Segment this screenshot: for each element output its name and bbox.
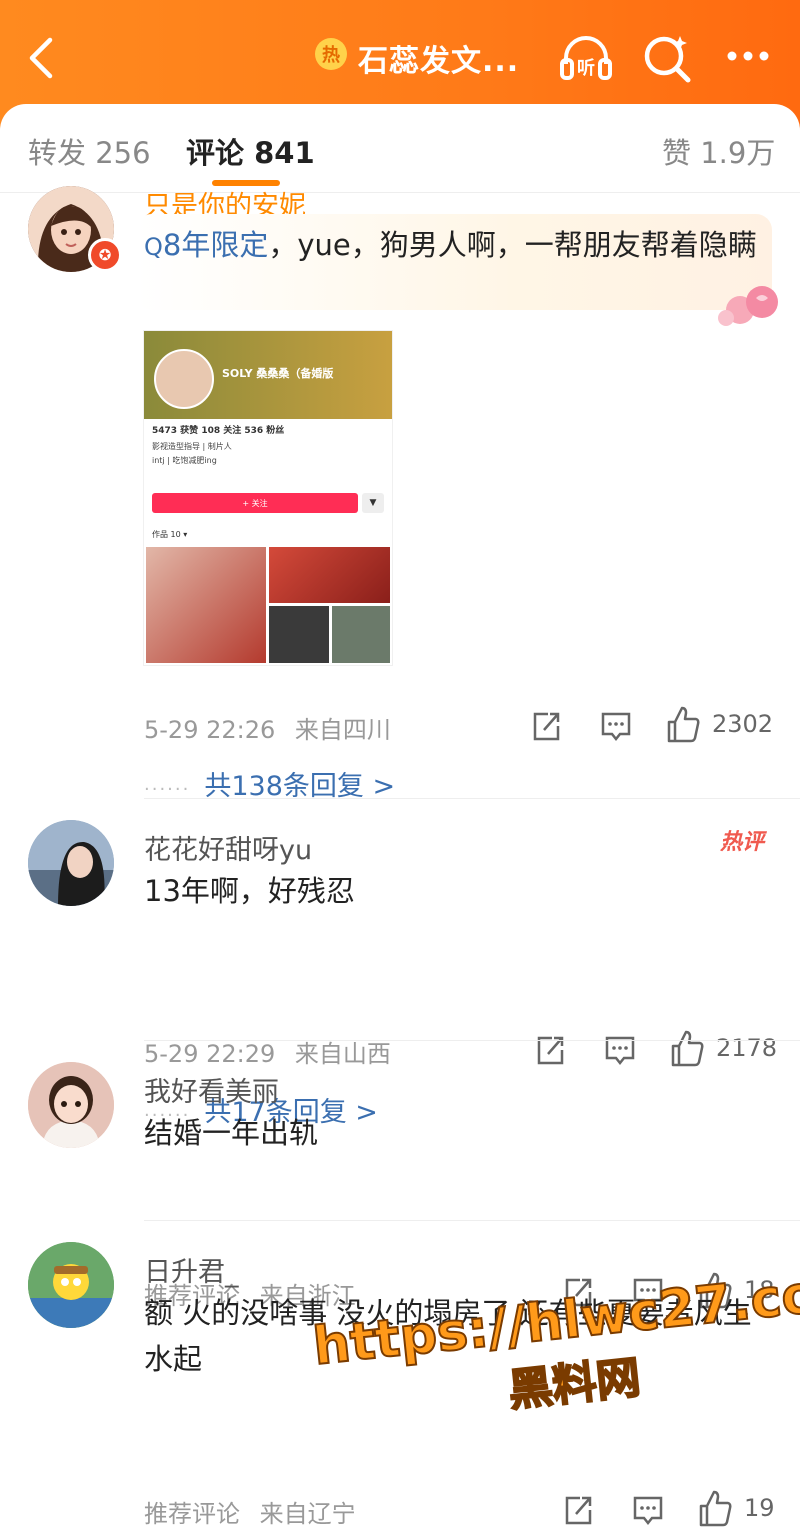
- comment-recommended-label: 推荐评论: [144, 1500, 240, 1528]
- like-count: 2178: [716, 1034, 778, 1062]
- search-icon: Q: [144, 233, 163, 261]
- profile-avatar: [154, 349, 214, 409]
- comment-attached-image[interactable]: SOLY 桑桑桑（备婚版 5473 获赞 108 关注 536 粉丝 影视造型指…: [143, 330, 393, 666]
- comment-location: 来自辽宁: [259, 1500, 356, 1528]
- avatar[interactable]: [28, 1242, 114, 1328]
- comment-text: 结婚一年出轨: [144, 1116, 319, 1150]
- comments-sheet: 转发 256 评论 841 赞 1.9万 ✪ 只是你的安妮 Q8年限定，yue，…: [0, 104, 800, 1528]
- comment-item: 花花好甜呀yu 热评 13年啊，好残忍 5-29 22:29 来自山西 2178…: [0, 818, 800, 1128]
- reply-icon[interactable]: [632, 1492, 664, 1528]
- avatar-cartoon-icon: [28, 1242, 114, 1328]
- profile-stats: 5473 获赞 108 关注 536 粉丝: [152, 426, 285, 436]
- comment-location: 来自四川: [294, 716, 391, 744]
- dots-icon: ······: [144, 779, 191, 800]
- watermark-label: 黑料网: [505, 1351, 644, 1418]
- vip-badge-icon: ✪: [88, 238, 122, 272]
- comment-username[interactable]: 日升君_: [144, 1250, 239, 1289]
- hot-topic-icon: 热: [315, 38, 347, 70]
- rose-decoration-icon: [718, 286, 778, 326]
- back-arrow-icon[interactable]: [22, 36, 62, 80]
- tab-reposts[interactable]: 转发 256: [28, 130, 151, 172]
- avatar-cartoon-icon: [28, 1062, 114, 1148]
- comment-text: 13年啊，好残忍: [144, 874, 355, 908]
- work-thumbnail: [269, 606, 329, 663]
- tab-bar: 转发 256 评论 841 赞 1.9万: [0, 104, 800, 193]
- like-count: 19: [744, 1494, 775, 1522]
- divider: [144, 798, 800, 799]
- reply-icon[interactable]: [600, 708, 632, 744]
- profile-follow-button: + 关注: [152, 493, 358, 513]
- work-thumbnail: [332, 606, 390, 663]
- divider: [144, 1040, 800, 1041]
- like-thumb-icon[interactable]: [666, 704, 700, 744]
- like-count: 2302: [712, 710, 774, 738]
- hot-comment-badge: 热评: [719, 830, 764, 855]
- avatar-photo-icon: [28, 820, 114, 906]
- repost-icon[interactable]: [530, 708, 562, 744]
- comment-time: 5-29 22:26: [144, 716, 276, 744]
- tab-likes[interactable]: 赞 1.9万: [662, 130, 775, 172]
- avatar[interactable]: [28, 1062, 114, 1148]
- topic-mention-link[interactable]: Q8年限定: [144, 228, 268, 262]
- work-thumbnail: [269, 547, 390, 603]
- comment-username[interactable]: 花花好甜呀yu: [144, 828, 312, 867]
- listen-label: 听: [577, 57, 595, 79]
- avatar[interactable]: [28, 820, 114, 906]
- profile-bio-line-2: intj | 吃饱减肥ing: [152, 456, 217, 465]
- comment-text: Q8年限定，yue，狗男人啊，一帮朋友帮着隐瞒: [144, 228, 757, 262]
- tab-comments[interactable]: 评论 841: [186, 130, 315, 172]
- repost-icon[interactable]: [562, 1492, 594, 1528]
- work-thumbnail: [146, 547, 266, 663]
- headphones-listen-icon[interactable]: 听: [558, 30, 614, 86]
- page-title: 石蕊发文...: [358, 44, 520, 79]
- comment-username[interactable]: 我好看美丽: [144, 1070, 279, 1109]
- divider: [144, 1220, 800, 1221]
- comment-item: ✪ 只是你的安妮 Q8年限定，yue，狗男人啊，一帮朋友帮着隐瞒 SOLY 桑桑…: [0, 184, 800, 804]
- profile-bio-line-1: 影视造型指导 | 制片人: [152, 442, 232, 451]
- more-options-icon[interactable]: [724, 48, 772, 64]
- comment-item: 我好看美丽 结婚一年出轨 推荐评论 来自浙江 18: [0, 1060, 800, 1310]
- dropdown-icon: ▼: [362, 493, 384, 513]
- like-thumb-icon[interactable]: [698, 1488, 732, 1528]
- profile-name: SOLY 桑桑桑（备婚版: [222, 367, 334, 380]
- profile-works-count: 作品 10 ▾: [152, 530, 188, 539]
- comment-meta: 推荐评论 来自辽宁: [144, 1494, 356, 1529]
- comment-meta: 5-29 22:26 来自四川: [144, 710, 391, 745]
- search-icon[interactable]: [640, 30, 696, 86]
